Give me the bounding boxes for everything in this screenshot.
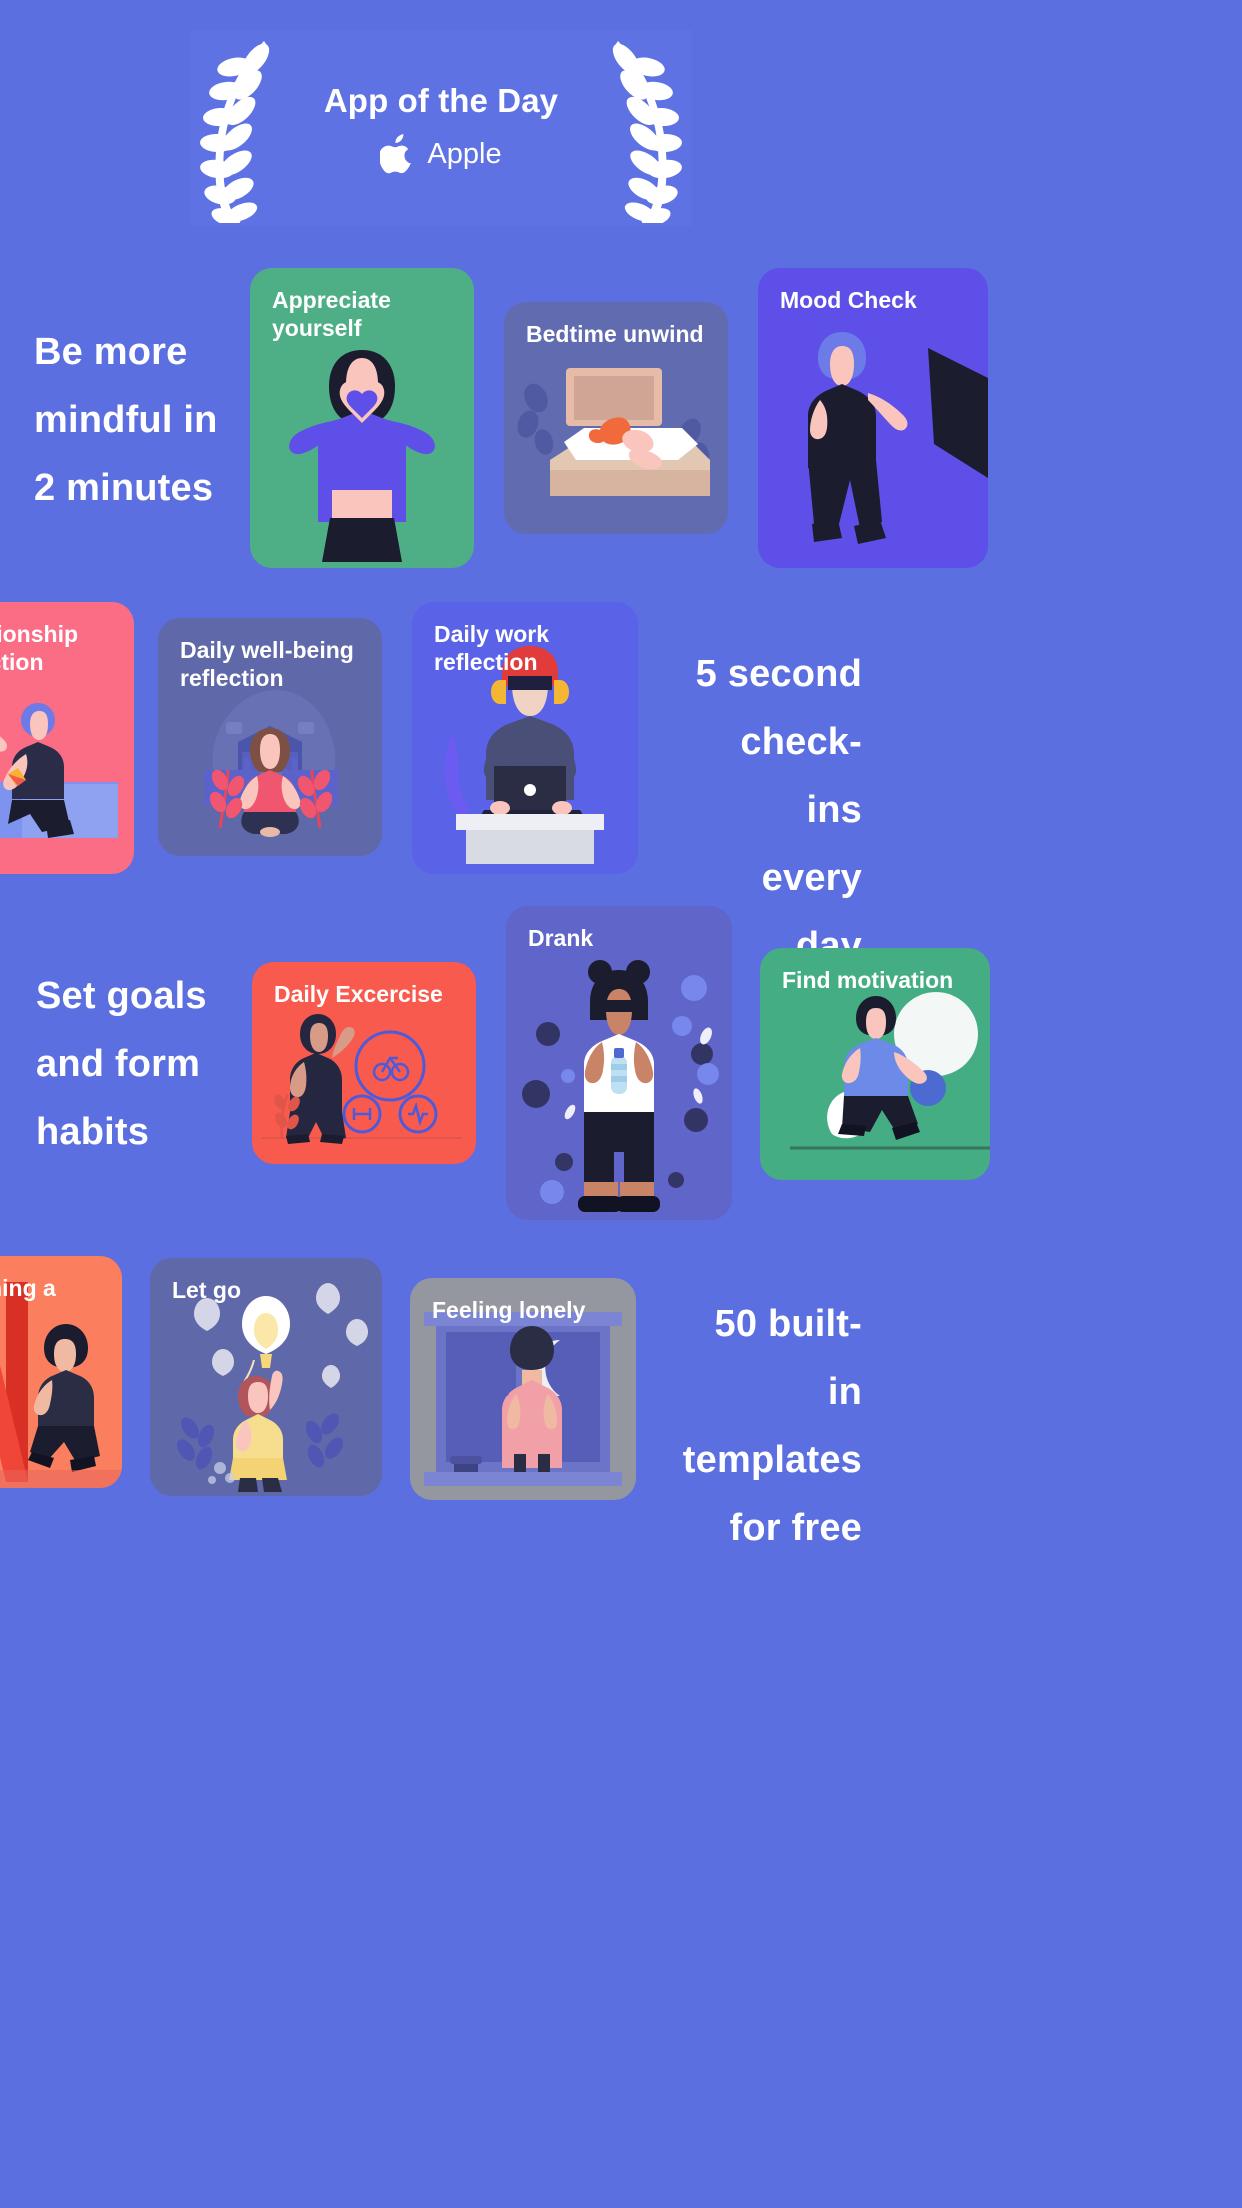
card-watching-a-series[interactable]: Watching a series <box>0 1256 122 1488</box>
card-title: Find motivation <box>782 967 954 993</box>
card-feeling-lonely[interactable]: Feeling lonely <box>410 1278 636 1500</box>
award-brand-row: Apple <box>380 134 502 174</box>
card-title: Daily well-being reflection <box>180 637 354 691</box>
laurel-branch-left-icon <box>190 33 282 223</box>
card-title: Daily Excercise <box>274 981 443 1007</box>
card-appreciate-yourself[interactable]: Appreciate yourself <box>250 268 474 568</box>
award-title: App of the Day <box>323 82 559 119</box>
card-find-motivation[interactable]: Find motivation <box>760 948 990 1180</box>
headline-fifty-templates: 50 built-in templates for free <box>682 1303 862 1549</box>
card-daily-work-reflection[interactable]: Daily work reflection <box>412 602 638 874</box>
card-bedtime-unwind[interactable]: Bedtime unwind <box>504 302 728 534</box>
headline-be-more-mindful: Be more mindful in 2 minutes <box>34 331 218 509</box>
card-drank[interactable]: Drank <box>506 906 732 1220</box>
card-title: Let go <box>172 1277 241 1303</box>
award-text-group: App of the Day Apple <box>282 82 600 174</box>
card-let-go[interactable]: Let go <box>150 1258 382 1496</box>
card-title: Drank <box>528 925 594 951</box>
card-title: Mood Check <box>780 287 917 313</box>
promo-page: App of the Day Apple Be more mindful in … <box>0 0 1242 2208</box>
award-brand-label: Apple <box>427 137 502 170</box>
card-title: Watching a series <box>0 1275 56 1329</box>
card-mood-check[interactable]: Mood Check <box>758 268 988 568</box>
card-daily-wellbeing-reflection[interactable]: Daily well-being reflection <box>158 618 382 856</box>
app-of-the-day-banner: App of the Day Apple <box>190 30 692 226</box>
woman-with-water-bottle-illustration <box>506 906 732 1220</box>
card-title: Feeling lonely <box>432 1297 586 1323</box>
card-relationship-reflection[interactable]: Relationship reflection <box>0 602 134 874</box>
card-title: Appreciate yourself <box>272 287 391 341</box>
laurel-branch-right-icon <box>600 33 692 223</box>
apple-logo-icon <box>380 134 412 174</box>
card-title: Relationship reflection <box>0 621 79 675</box>
headline-set-goals-habits: Set goals and form habits <box>36 975 207 1153</box>
card-title: Bedtime unwind <box>526 321 704 347</box>
card-title: Daily work reflection <box>434 621 550 675</box>
card-daily-excercise[interactable]: Daily Excercise <box>252 962 476 1164</box>
